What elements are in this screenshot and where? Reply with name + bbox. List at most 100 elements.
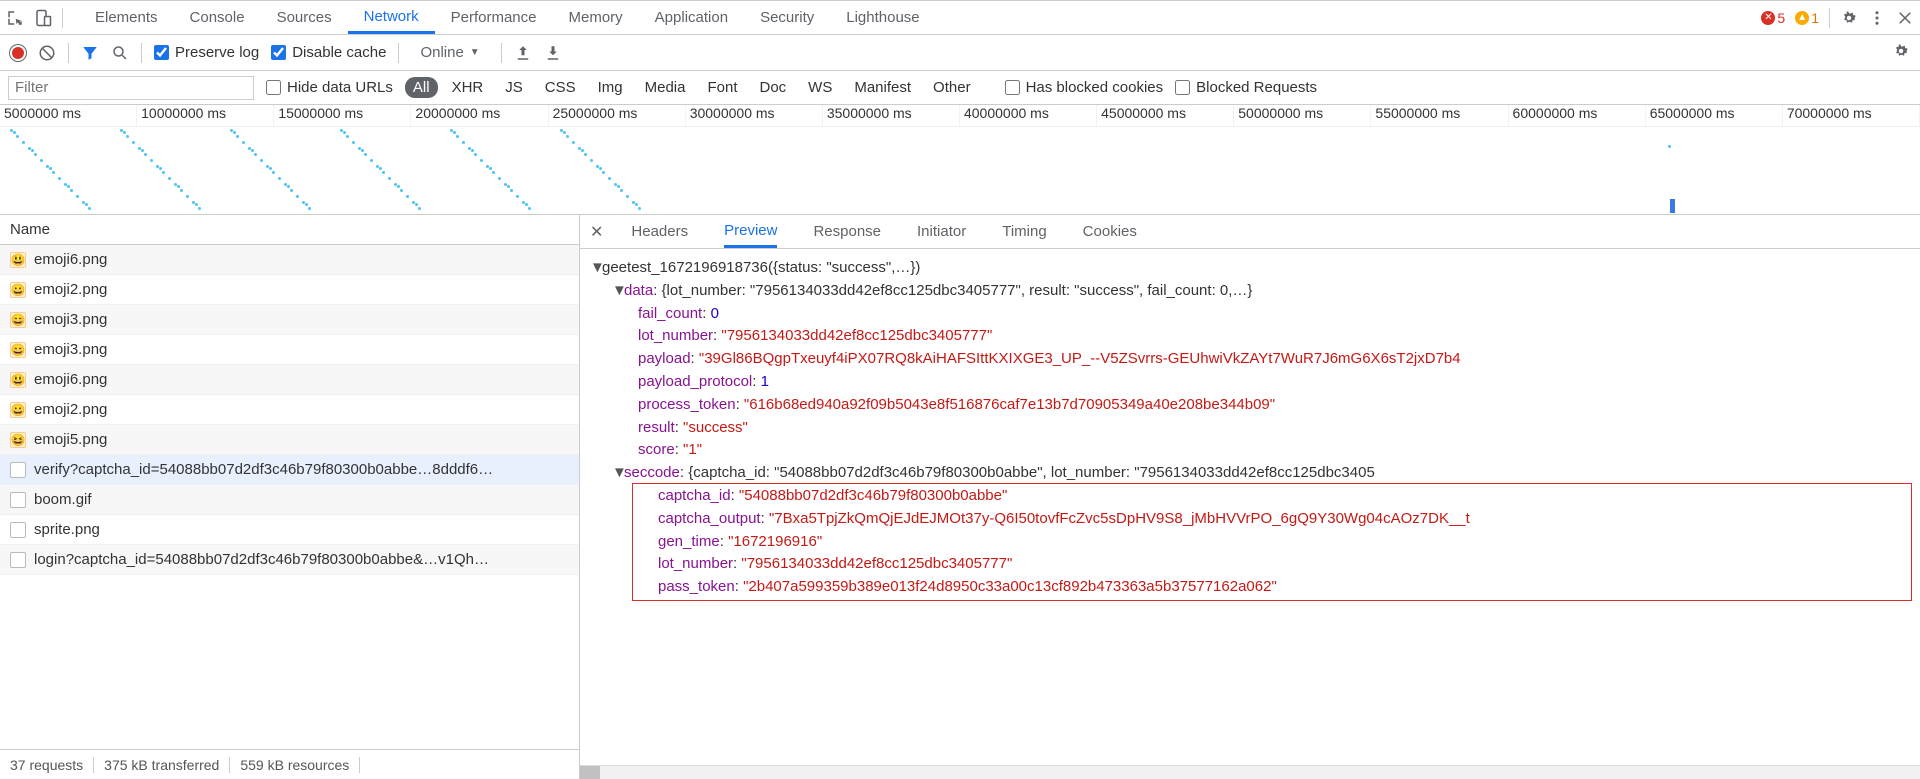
requests-panel: Name 😃emoji6.png😀emoji2.png😄emoji3.png😄e… xyxy=(0,215,580,779)
filter-type-css[interactable]: CSS xyxy=(537,77,584,98)
error-count-badge[interactable]: ✕5 xyxy=(1761,10,1785,26)
topbar-tab-security[interactable]: Security xyxy=(744,1,830,34)
preview-tab-headers[interactable]: Headers xyxy=(631,215,688,248)
request-name: emoji5.png xyxy=(34,431,107,448)
topbar-tab-network[interactable]: Network xyxy=(348,1,435,34)
timeline-tick: 70000000 ms xyxy=(1783,105,1920,126)
timeline-tick: 55000000 ms xyxy=(1371,105,1508,126)
document-file-icon xyxy=(10,522,26,538)
more-menu-icon[interactable] xyxy=(1868,9,1886,27)
network-settings-gear-icon[interactable] xyxy=(1892,42,1910,60)
document-file-icon xyxy=(10,462,26,478)
image-file-icon: 😆 xyxy=(10,432,26,448)
timeline-tick: 40000000 ms xyxy=(960,105,1097,126)
search-icon[interactable] xyxy=(111,44,129,62)
request-row[interactable]: boom.gif xyxy=(0,485,579,515)
preview-tab-timing[interactable]: Timing xyxy=(1002,215,1046,248)
document-file-icon xyxy=(10,492,26,508)
throttling-select[interactable]: Online▼ xyxy=(411,41,488,64)
topbar-tab-application[interactable]: Application xyxy=(639,1,744,34)
request-name: emoji6.png xyxy=(34,371,107,388)
filter-type-js[interactable]: JS xyxy=(497,77,531,98)
filter-type-manifest[interactable]: Manifest xyxy=(846,77,919,98)
filter-type-font[interactable]: Font xyxy=(699,77,745,98)
filter-input[interactable] xyxy=(8,76,254,100)
warning-count-badge[interactable]: ▲1 xyxy=(1795,10,1819,26)
devtools-topbar: ElementsConsoleSourcesNetworkPerformance… xyxy=(0,1,1920,35)
timeline-tick: 50000000 ms xyxy=(1234,105,1371,126)
image-file-icon: 😄 xyxy=(10,312,26,328)
request-row[interactable]: 😄 emoji3.png xyxy=(0,335,579,365)
timeline-tick: 35000000 ms xyxy=(823,105,960,126)
topbar-tab-lighthouse[interactable]: Lighthouse xyxy=(830,1,935,34)
timeline-tick: 20000000 ms xyxy=(411,105,548,126)
request-name: emoji3.png xyxy=(34,341,107,358)
network-filterbar: Hide data URLs All XHRJS CSS Img MediaFont Do… xyxy=(0,71,1920,105)
filter-type-ws[interactable]: WS xyxy=(800,77,840,98)
request-name: emoji6.png xyxy=(34,251,107,268)
request-row[interactable]: 😃 emoji6.png xyxy=(0,245,579,275)
download-har-icon[interactable] xyxy=(544,44,562,62)
record-button[interactable] xyxy=(10,45,26,61)
image-file-icon: 😃 xyxy=(10,372,26,388)
request-row[interactable]: sprite.png xyxy=(0,515,579,545)
request-row[interactable]: 😄 emoji3.png xyxy=(0,305,579,335)
request-name: sprite.png xyxy=(34,521,100,538)
request-name: verify?captcha_id=54088bb07d2df3c46b79f8… xyxy=(34,461,493,478)
upload-har-icon[interactable] xyxy=(514,44,532,62)
request-row[interactable]: verify?captcha_id=54088bb07d2df3c46b79f8… xyxy=(0,455,579,485)
topbar-tab-console[interactable]: Console xyxy=(174,1,261,34)
filter-type-doc[interactable]: Doc xyxy=(751,77,794,98)
preserve-log-checkbox[interactable]: Preserve log xyxy=(154,44,259,61)
clear-icon[interactable] xyxy=(38,44,56,62)
request-row[interactable]: 😀emoji2.png xyxy=(0,275,579,305)
inspect-element-icon[interactable] xyxy=(6,9,24,27)
image-file-icon: 😀 xyxy=(10,402,26,418)
device-toolbar-icon[interactable] xyxy=(34,9,52,27)
filter-type-all[interactable]: All xyxy=(405,77,438,98)
network-timeline[interactable]: 5000000 ms10000000 ms15000000 ms20000000… xyxy=(0,105,1920,215)
document-file-icon xyxy=(10,552,26,568)
request-name: emoji2.png xyxy=(34,401,107,418)
preview-tab-response[interactable]: Response xyxy=(813,215,881,248)
image-file-icon: 😃 xyxy=(10,252,26,268)
filter-type-other[interactable]: Other xyxy=(925,77,979,98)
requests-transferred: 375 kB transferred xyxy=(94,757,230,773)
filter-type-media[interactable]: Media xyxy=(637,77,694,98)
filter-type-xhr[interactable]: XHR xyxy=(444,77,492,98)
request-row[interactable]: 😆 emoji5.png xyxy=(0,425,579,455)
request-row[interactable]: login?captcha_id=54088bb07d2df3c46b79f80… xyxy=(0,545,579,575)
timeline-tick: 30000000 ms xyxy=(686,105,823,126)
settings-gear-icon[interactable] xyxy=(1840,9,1858,27)
hide-data-urls-checkbox[interactable]: Hide data URLs xyxy=(266,79,393,96)
preview-tab-preview[interactable]: Preview xyxy=(724,215,777,248)
timeline-tick: 60000000 ms xyxy=(1509,105,1646,126)
request-row[interactable]: 😃 emoji6.png xyxy=(0,365,579,395)
preview-panel: ✕ Headers Preview Response Initiator Timing C… xyxy=(580,215,1920,779)
request-name: emoji3.png xyxy=(34,311,107,328)
preview-tab-initiator[interactable]: Initiator xyxy=(917,215,966,248)
preview-tab-cookies[interactable]: Cookies xyxy=(1083,215,1137,248)
request-row[interactable]: 😀 emoji2.png xyxy=(0,395,579,425)
requests-resources: 559 kB resources xyxy=(230,757,360,773)
timeline-tick: 10000000 ms xyxy=(137,105,274,126)
request-name: boom.gif xyxy=(34,491,92,508)
filter-funnel-icon[interactable] xyxy=(81,44,99,62)
network-toolbar: Preserve log Disable cache Online▼ xyxy=(0,35,1920,71)
requests-count: 37 requests xyxy=(10,757,94,773)
requests-name-header[interactable]: Name xyxy=(0,215,579,245)
close-devtools-icon[interactable] xyxy=(1896,9,1914,27)
horizontal-scrollbar[interactable] xyxy=(580,765,1920,779)
timeline-tick: 15000000 ms xyxy=(274,105,411,126)
request-name: login?captcha_id=54088bb07d2df3c46b79f80… xyxy=(34,551,489,568)
image-file-icon: 😄 xyxy=(10,342,26,358)
disable-cache-checkbox[interactable]: Disable cache xyxy=(271,44,386,61)
close-preview-icon[interactable]: ✕ xyxy=(590,222,603,242)
topbar-tab-sources[interactable]: Sources xyxy=(261,1,348,34)
topbar-tab-memory[interactable]: Memory xyxy=(553,1,639,34)
topbar-tab-elements[interactable]: Elements xyxy=(79,1,174,34)
blocked-requests-checkbox[interactable]: Blocked Requests xyxy=(1175,79,1317,96)
has-blocked-cookies-checkbox[interactable]: Has blocked cookies xyxy=(1005,79,1164,96)
filter-type-img[interactable]: Img xyxy=(590,77,631,98)
topbar-tab-performance[interactable]: Performance xyxy=(435,1,553,34)
